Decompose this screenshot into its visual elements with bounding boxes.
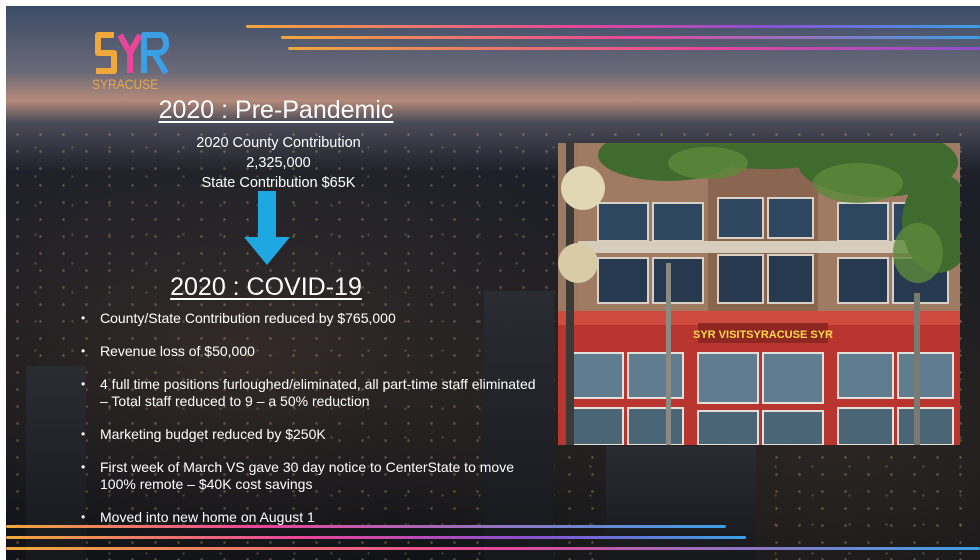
bullet-item: County/State Contribution reduced by $76…	[76, 310, 546, 327]
slide: SYRACUSE 2020 : Pre-Pandemic 2020 County…	[6, 6, 980, 560]
decorative-stripe	[288, 47, 980, 50]
bullet-item: Revenue loss of $50,000	[76, 343, 546, 360]
background-building	[606, 446, 756, 560]
down-arrow-icon	[244, 191, 290, 265]
covid-bullet-list: County/State Contribution reduced by $76…	[76, 310, 546, 526]
bullet-item: Moved into new home on August 1	[76, 509, 546, 526]
contribution-line: 2,325,000	[246, 155, 311, 171]
logo-wordmark: SYRACUSE	[92, 76, 159, 92]
contribution-line: State Contribution $65K	[201, 175, 356, 191]
decorative-stripe	[6, 536, 746, 539]
decorative-stripe	[6, 547, 980, 550]
pre-pandemic-heading: 2020 : Pre-Pandemic	[158, 96, 394, 124]
bullet-item: First week of March VS gave 30 day notic…	[76, 459, 546, 493]
building-facade-photo: SYR VISITSYRACUSE SYR	[558, 143, 960, 445]
visit-syracuse-sign: SYR VISITSYRACUSE SYR	[693, 329, 833, 341]
pre-pandemic-contributions: 2020 County Contribution 2,325,000 State…	[156, 133, 401, 193]
contribution-line: 2020 County Contribution	[196, 135, 361, 151]
decorative-stripe	[246, 25, 980, 28]
bullet-item: Marketing budget reduced by $250K	[76, 426, 546, 443]
bullet-item: 4 full time positions furloughed/elimina…	[76, 376, 546, 410]
decorative-stripe	[281, 36, 980, 39]
covid-heading: 2020 : COVID-19	[170, 273, 362, 301]
